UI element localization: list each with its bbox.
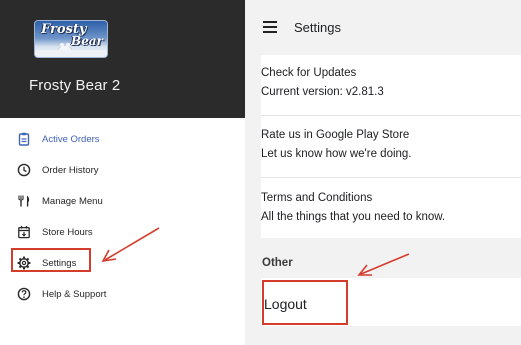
- settings-item-title: Terms and Conditions: [261, 192, 373, 204]
- section-header-other: Other: [262, 257, 293, 269]
- settings-item-subtitle: Current version: v2.81.3: [261, 86, 384, 98]
- drawer-header: Frosty Bear Frosty Bear 2: [0, 0, 245, 118]
- navigation-drawer: Frosty Bear Frosty Bear 2 Active Orders …: [0, 0, 245, 345]
- clipboard-icon: [17, 132, 31, 146]
- nav-item-manage-menu[interactable]: Manage Menu: [0, 186, 245, 216]
- page-title: Settings: [294, 20, 341, 35]
- store-logo: Frosty Bear: [34, 20, 108, 58]
- help-circle-icon: [17, 287, 31, 301]
- divider: [261, 115, 521, 116]
- settings-item-title: Rate us in Google Play Store: [261, 129, 410, 141]
- settings-item-title: Check for Updates: [261, 67, 357, 79]
- nav-item-help-support[interactable]: Help & Support: [0, 279, 245, 309]
- nav-label-help-support: Help & Support: [42, 288, 107, 300]
- nav-item-active-orders[interactable]: Active Orders: [0, 124, 245, 154]
- nav-label-store-hours: Store Hours: [42, 226, 93, 238]
- settings-screen: Settings Check for Updates Current versi…: [245, 0, 521, 345]
- nav-label-manage-menu: Manage Menu: [42, 195, 103, 207]
- store-name: Frosty Bear 2: [29, 77, 121, 94]
- divider: [261, 177, 521, 178]
- fork-knife-icon: [17, 194, 31, 208]
- logo-text-bear: Bear: [71, 34, 103, 48]
- clock-icon: [17, 163, 31, 177]
- logout-annotation-box: [262, 280, 348, 325]
- logo-snow: [35, 50, 107, 57]
- app-bar: Settings: [245, 0, 521, 56]
- settings-annotation-box: [11, 248, 91, 272]
- nav-label-active-orders: Active Orders: [42, 133, 100, 145]
- nav-label-order-history: Order History: [42, 164, 99, 176]
- calendar-icon: [17, 225, 31, 239]
- nav-item-order-history[interactable]: Order History: [0, 155, 245, 185]
- settings-item-subtitle: All the things that you need to know.: [261, 211, 446, 223]
- settings-item-subtitle: Let us know how we're doing.: [261, 148, 412, 160]
- nav-item-store-hours[interactable]: Store Hours: [0, 217, 245, 247]
- hamburger-icon[interactable]: [263, 21, 277, 33]
